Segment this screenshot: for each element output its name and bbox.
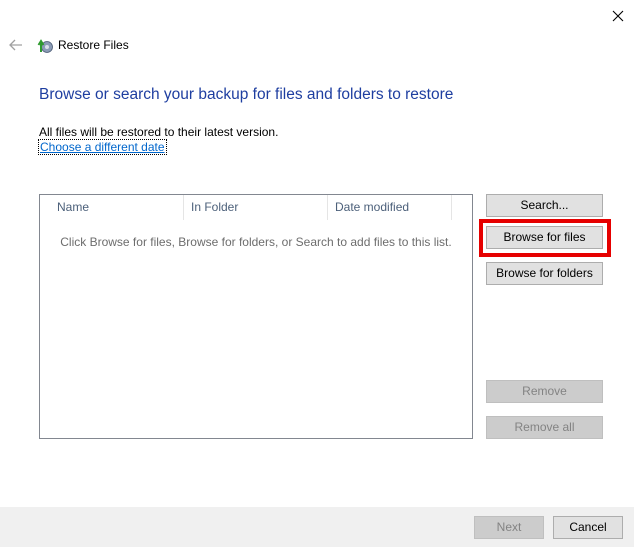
next-button[interactable]: Next: [474, 516, 544, 539]
restore-files-icon: [37, 37, 53, 53]
empty-list-message: Click Browse for files, Browse for folde…: [60, 235, 452, 249]
column-header-date-modified[interactable]: Date modified: [328, 195, 452, 220]
column-header-name[interactable]: Name: [40, 195, 184, 220]
choose-date-link[interactable]: Choose a different date: [38, 139, 167, 155]
remove-all-button[interactable]: Remove all: [486, 416, 603, 439]
page-heading: Browse or search your backup for files a…: [39, 86, 454, 103]
search-button[interactable]: Search...: [486, 194, 603, 217]
close-button[interactable]: [606, 4, 630, 28]
restore-info-text: All files will be restored to their late…: [39, 125, 279, 139]
column-header-in-folder[interactable]: In Folder: [184, 195, 328, 220]
window-title: Restore Files: [58, 38, 129, 52]
back-button[interactable]: [6, 36, 26, 54]
browse-for-files-button[interactable]: Browse for files: [486, 226, 603, 249]
back-arrow-icon: [9, 39, 22, 51]
close-icon: [612, 10, 624, 22]
file-list[interactable]: Name In Folder Date modified Click Brows…: [39, 194, 473, 439]
cancel-button[interactable]: Cancel: [553, 516, 623, 539]
browse-for-folders-button[interactable]: Browse for folders: [486, 262, 603, 285]
remove-button[interactable]: Remove: [486, 380, 603, 403]
